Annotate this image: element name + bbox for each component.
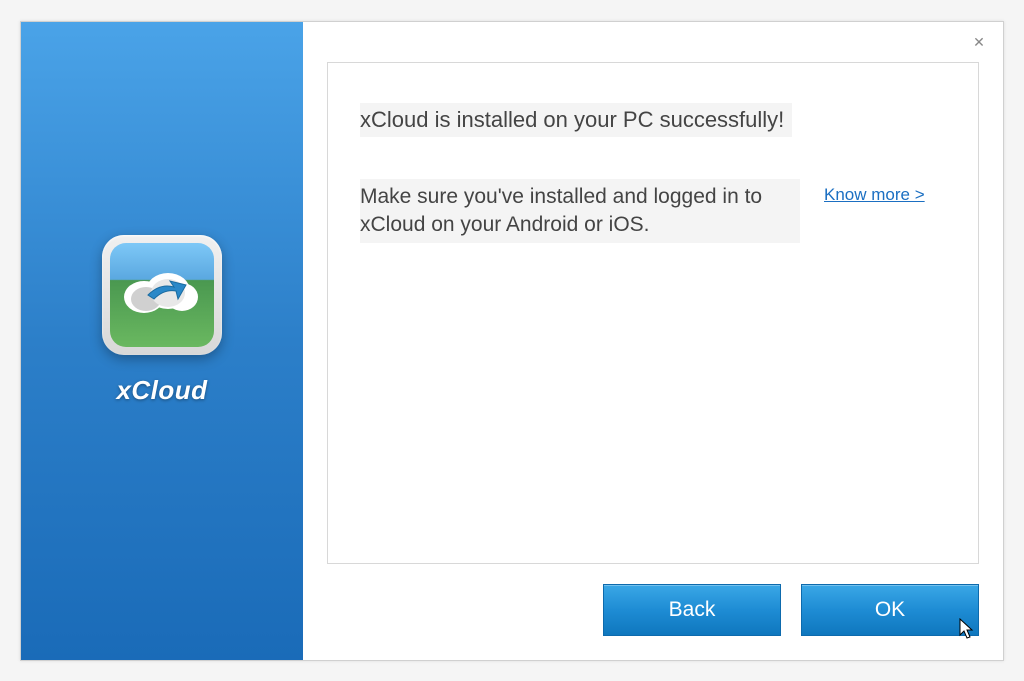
main-panel: xCloud is installed on your PC successfu…: [327, 62, 979, 564]
app-logo-icon: [102, 235, 222, 355]
app-name-label: xCloud: [116, 375, 207, 406]
ok-button[interactable]: OK: [801, 584, 979, 636]
instruction-message: Make sure you've installed and logged in…: [360, 179, 800, 244]
logo-wrap: xCloud: [102, 235, 222, 406]
button-row: Back OK: [303, 564, 1003, 660]
sidebar: xCloud: [21, 22, 303, 660]
content-area: xCloud is installed on your PC successfu…: [303, 22, 1003, 660]
dialog-body: xCloud xCloud is installed on your PC su…: [21, 22, 1003, 660]
back-button[interactable]: Back: [603, 584, 781, 636]
installer-dialog: xCloud xCloud is installed on your PC su…: [20, 21, 1004, 661]
know-more-link[interactable]: Know more >: [824, 185, 925, 205]
close-button[interactable]: [971, 34, 987, 50]
instruction-row: Make sure you've installed and logged in…: [360, 179, 946, 244]
success-message: xCloud is installed on your PC successfu…: [360, 103, 792, 137]
cloud-arrow-icon: [120, 267, 204, 315]
